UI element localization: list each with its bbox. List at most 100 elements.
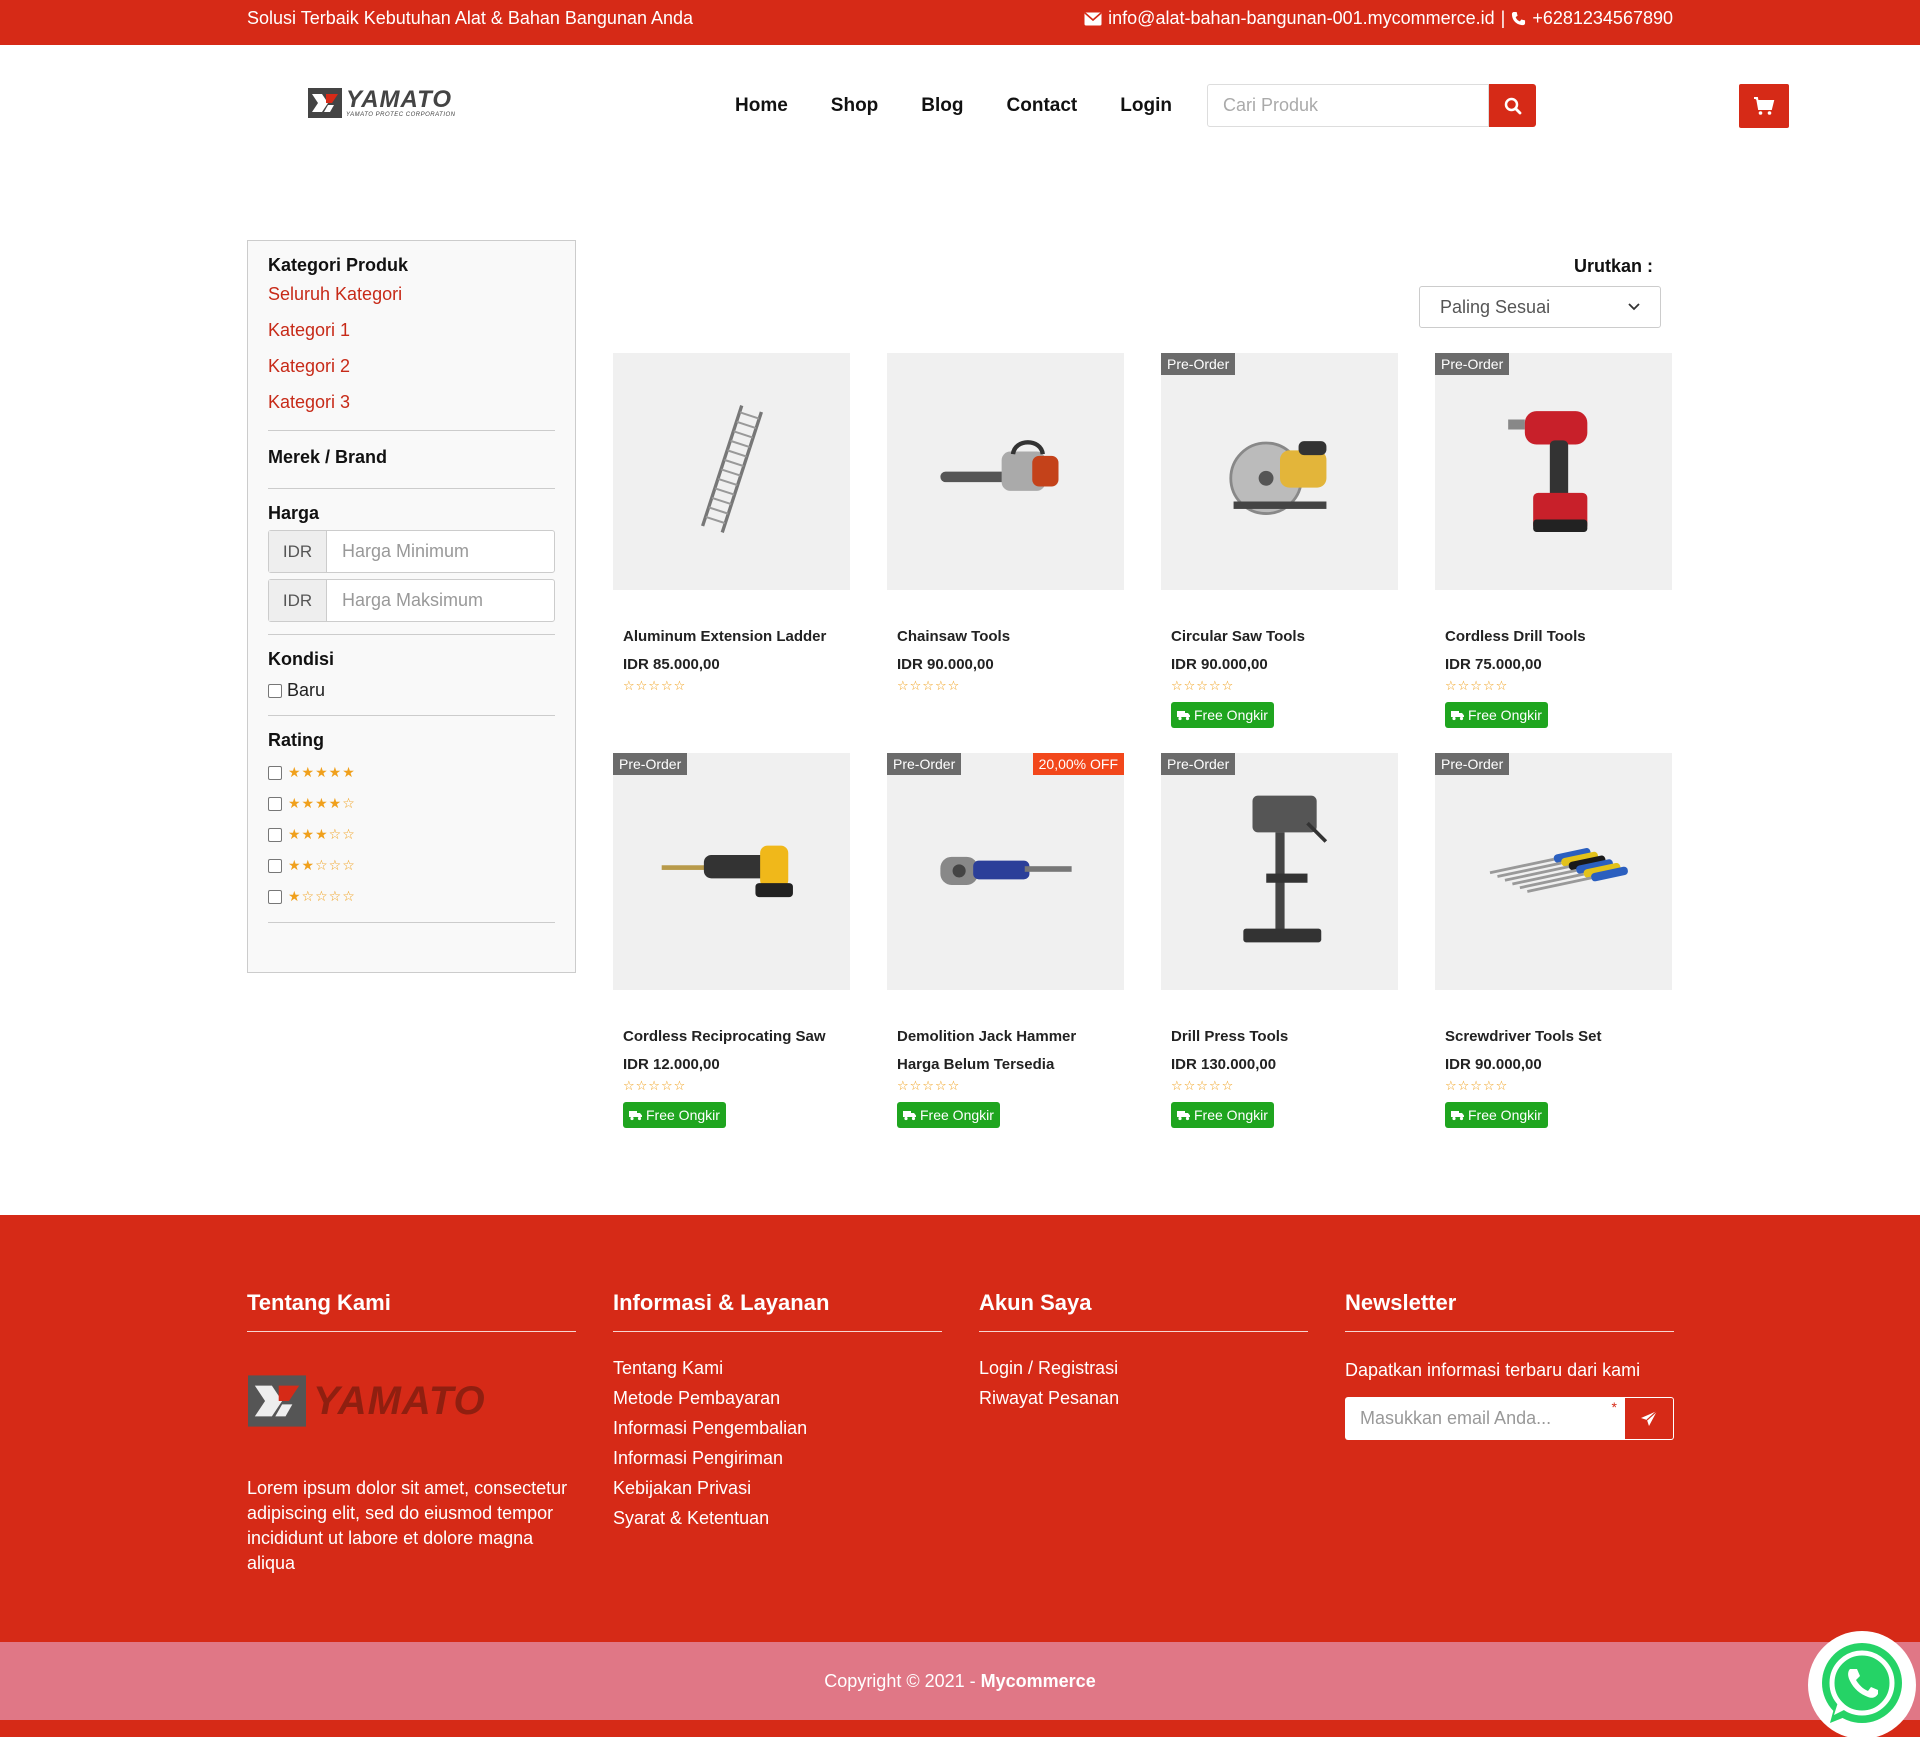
checkbox[interactable] [268,683,282,698]
product-image[interactable]: Pre-Order [1161,353,1398,590]
brand-name: YAMATO [346,85,452,113]
price-filter-title: Harga [268,503,320,523]
rating-option-4[interactable]: ★★★★☆ [268,788,555,819]
tagline: Solusi Terbaik Kebutuhan Alat & Bahan Ba… [247,8,694,28]
product-card[interactable]: Pre-Order Cordless Drill Tools IDR 75.000,… [1435,353,1672,753]
product-name[interactable]: Cordless Drill Tools [1445,628,1662,656]
rating-option-2[interactable]: ★★☆☆☆ [268,850,555,881]
product-rating-stars: ☆☆☆☆☆ [623,1078,687,1093]
product-card[interactable]: Pre-Order Screwdriver Tools Set IDR 90.000… [1435,753,1672,1153]
nav-blog[interactable]: Blog [921,95,963,117]
product-card[interactable]: Aluminum Extension Ladder IDR 85.000,00 ☆☆… [613,353,850,753]
product-image[interactable]: Pre-Order [613,753,850,990]
main-nav: Home Shop Blog Contact Login [735,95,1172,117]
contact-separator: | [1500,8,1506,28]
checkbox[interactable] [268,858,282,873]
product-card[interactable]: Pre-Order Cordless Reciprocating Saw IDR 1… [613,753,850,1153]
star-rating-icon: ★★★★★ [288,764,356,780]
checkbox[interactable] [268,796,282,811]
cart-button[interactable] [1739,84,1789,128]
checkbox[interactable] [268,827,282,842]
product-image[interactable]: Pre-Order [1161,753,1398,990]
footer-link-payment[interactable]: Metode Pembayaran [613,1388,942,1418]
copyright-brand[interactable]: Mycommerce [981,1671,1096,1691]
product-name[interactable]: Drill Press Tools [1171,1028,1388,1056]
category-link-1[interactable]: Kategori 1 [268,320,555,356]
contact-info: info@alat-bahan-bangunan-001.mycommerce.… [1084,8,1673,29]
truck-icon [629,1110,642,1120]
product-image[interactable] [887,353,1124,590]
rating-option-3[interactable]: ★★★☆☆ [268,819,555,850]
product-image[interactable] [613,353,850,590]
copyright-text: Copyright © 2021 - [824,1671,981,1691]
newsletter-text: Dapatkan informasi terbaru dari kami [1345,1360,1641,1380]
sort-select[interactable]: Paling Sesuai [1419,286,1661,328]
product-name[interactable]: Circular Saw Tools [1171,628,1388,656]
discount-badge: 20,00% OFF [1032,753,1124,775]
sort-label: Urutkan : [1574,256,1654,276]
free-shipping-label: Free Ongkir [1194,1107,1268,1123]
free-shipping-label: Free Ongkir [1468,1107,1542,1123]
checkbox[interactable] [268,765,282,780]
price-max-placeholder: Harga Maksimum [342,590,484,610]
category-link-2[interactable]: Kategori 2 [268,356,555,392]
search-button[interactable] [1489,84,1536,127]
product-image[interactable]: Pre-Order [1435,753,1672,990]
product-card[interactable]: Pre-Order Circular Saw Tools IDR 90.000,00… [1161,353,1398,753]
nav-shop[interactable]: Shop [831,95,879,117]
price-max-field[interactable]: IDR Harga Maksimum [268,579,555,622]
yamato-logo-mark-icon [248,1375,306,1427]
product-name[interactable]: Aluminum Extension Ladder [623,628,840,656]
product-rating-stars: ☆☆☆☆☆ [1171,1078,1235,1093]
nav-contact[interactable]: Contact [1007,95,1078,117]
preorder-badge: Pre-Order [613,753,688,775]
brand-filter-title[interactable]: Merek / Brand [268,447,555,468]
product-price: IDR 90.000,00 [1445,1056,1542,1073]
currency-addon: IDR [269,531,327,572]
product-image[interactable]: Pre-Order 20,00% OFF [887,753,1124,990]
footer-link-about[interactable]: Tentang Kami [613,1358,942,1388]
product-card[interactable]: Pre-Order 20,00% OFF Demolition Jack Hamme… [887,753,1124,1153]
footer-link-login[interactable]: Login / Registrasi [979,1358,1308,1388]
checkbox[interactable] [268,889,282,904]
product-price: Harga Belum Tersedia [897,1056,1055,1073]
product-price: IDR 85.000,00 [623,656,720,673]
product-image[interactable]: Pre-Order [1435,353,1672,590]
product-rating-stars: ☆☆☆☆☆ [1445,1078,1509,1093]
category-link-3[interactable]: Kategori 3 [268,392,555,428]
product-name[interactable]: Chainsaw Tools [897,628,1114,656]
footer-link-terms[interactable]: Syarat & Ketentuan [613,1508,942,1538]
product-name[interactable]: Screwdriver Tools Set [1445,1028,1662,1056]
rating-option-5[interactable]: ★★★★★ [268,757,555,788]
category-title: Kategori Produk [268,255,409,275]
newsletter-email-input[interactable]: Masukkan email Anda... * [1345,1397,1625,1440]
footer-link-shipping[interactable]: Informasi Pengiriman [613,1448,942,1478]
email-link[interactable]: info@alat-bahan-bangunan-001.mycommerce.… [1108,8,1495,29]
footer-link-privacy[interactable]: Kebijakan Privasi [613,1478,942,1508]
nav-home[interactable]: Home [735,95,788,117]
product-rating-stars: ☆☆☆☆☆ [623,678,687,693]
product-price: IDR 90.000,00 [897,656,994,673]
filter-sidebar: Kategori Produk Seluruh Kategori Kategor… [247,240,576,973]
footer-link-returns[interactable]: Informasi Pengembalian [613,1418,942,1448]
condition-new-option[interactable]: Baru [268,680,555,701]
product-card[interactable]: Chainsaw Tools IDR 90.000,00 ☆☆☆☆☆ [887,353,1124,753]
truck-icon [1451,1110,1464,1120]
bottom-strip [0,1720,1920,1737]
newsletter-submit-button[interactable] [1625,1397,1674,1440]
product-card[interactable]: Pre-Order Drill Press Tools IDR 130.000,00… [1161,753,1398,1153]
phone-link[interactable]: +6281234567890 [1532,8,1673,29]
free-shipping-label: Free Ongkir [1468,707,1542,723]
footer-link-orders[interactable]: Riwayat Pesanan [979,1388,1308,1418]
price-min-field[interactable]: IDR Harga Minimum [268,530,555,573]
free-shipping-label: Free Ongkir [920,1107,994,1123]
category-link-all[interactable]: Seluruh Kategori [268,284,555,320]
search-input[interactable] [1207,84,1489,127]
rating-option-1[interactable]: ★☆☆☆☆ [268,881,555,912]
whatsapp-button[interactable] [1808,1631,1916,1737]
condition-new-label: Baru [287,680,326,700]
nav-login[interactable]: Login [1120,95,1172,117]
product-name[interactable]: Cordless Reciprocating Saw [623,1028,840,1056]
product-name[interactable]: Demolition Jack Hammer [897,1028,1114,1056]
brand-logo[interactable]: YAMATO YAMATO PROTEC CORPORATION [308,86,456,120]
